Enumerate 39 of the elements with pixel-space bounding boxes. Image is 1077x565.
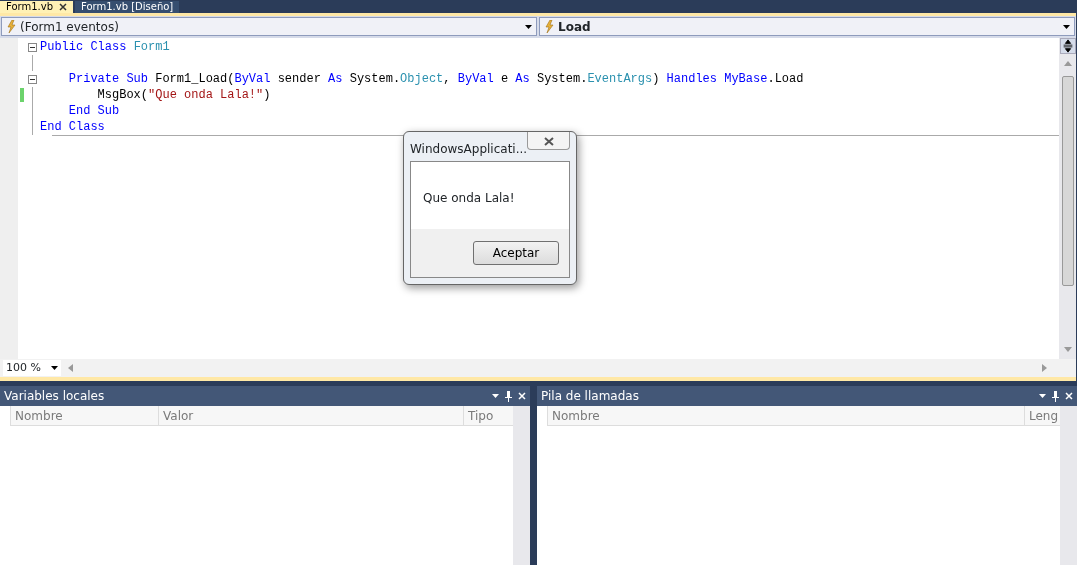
scroll-left-icon[interactable] xyxy=(67,364,73,372)
lightning-icon xyxy=(544,20,554,33)
close-icon xyxy=(543,136,554,146)
pin-icon[interactable] xyxy=(505,390,512,402)
lightning-icon xyxy=(6,20,16,33)
vertical-scrollbar[interactable] xyxy=(513,406,530,565)
dropdown-caret-icon[interactable] xyxy=(525,24,532,29)
scroll-thumb[interactable] xyxy=(1061,76,1074,286)
event-dropdown[interactable]: Load xyxy=(539,17,1075,36)
collapse-icon[interactable] xyxy=(27,74,37,84)
zoom-dropdown[interactable]: 100 % xyxy=(3,360,61,376)
document-tab[interactable]: Form1.vb xyxy=(0,1,73,13)
vertical-scrollbar[interactable] xyxy=(1059,38,1076,359)
dialog-message: Que onda Lala! xyxy=(411,162,569,229)
dialog-title: WindowsApplicati... xyxy=(410,140,528,158)
code-line: End Class xyxy=(40,119,105,135)
event-dropdown[interactable]: (Form1 eventos) xyxy=(1,17,537,36)
ok-button[interactable]: Aceptar xyxy=(473,241,559,265)
dropdown-caret-icon[interactable] xyxy=(1063,24,1070,29)
split-handle-icon[interactable] xyxy=(1059,38,1076,54)
dropdown-caret-icon[interactable] xyxy=(492,394,499,398)
close-icon[interactable] xyxy=(59,3,67,11)
vertical-scrollbar[interactable] xyxy=(1060,406,1077,565)
close-button[interactable] xyxy=(527,132,570,150)
panel-title: Variables locales xyxy=(4,388,106,405)
dropdown-caret-icon[interactable] xyxy=(1039,394,1046,398)
collapse-icon[interactable] xyxy=(27,42,37,52)
code-line: Private Sub Form1_Load(ByVal sender As System.Object, ByVal e As System.EventArgs) Handles MyBase.Load xyxy=(67,71,804,87)
pin-icon[interactable] xyxy=(1052,390,1059,402)
dropdown-caret-icon[interactable] xyxy=(51,366,58,370)
column-header[interactable]: Nombre xyxy=(547,406,1024,426)
scroll-right-icon[interactable] xyxy=(1042,364,1048,372)
column-header[interactable]: Valor xyxy=(158,406,463,426)
document-tab[interactable]: Form1.vb [Diseño] xyxy=(75,1,180,13)
code-line: MsgBox("Que onda Lala!") xyxy=(96,87,271,103)
panel-title: Pila de llamadas xyxy=(541,388,640,405)
column-header[interactable]: Nombre xyxy=(10,406,158,426)
code-line: Public Class Form1 xyxy=(40,39,170,55)
code-line: End Sub xyxy=(67,103,120,119)
